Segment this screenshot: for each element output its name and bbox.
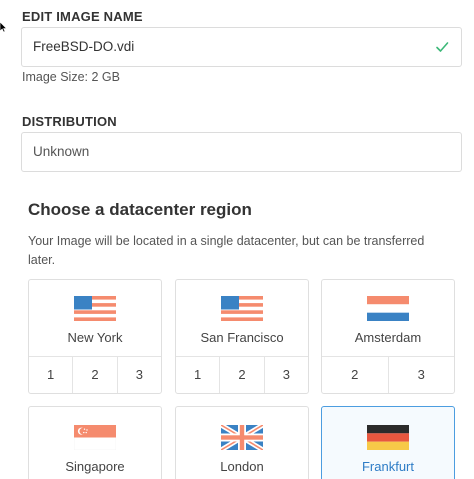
datacenter-number-group: 1 2 3 — [29, 356, 161, 393]
datacenter-option[interactable]: 3 — [263, 357, 308, 393]
region-section-title: Choose a datacenter region — [28, 200, 252, 219]
region-name: Amsterdam — [354, 330, 422, 345]
region-card-san-francisco[interactable]: San Francisco 1 2 3 — [175, 279, 309, 394]
region-card-new-york[interactable]: New York 1 2 3 — [28, 279, 162, 394]
region-card-frankfurt[interactable]: Frankfurt — [321, 406, 455, 479]
region-card-singapore[interactable]: Singapore — [28, 406, 162, 479]
distribution-label: DISTRIBUTION — [22, 114, 117, 129]
region-name: New York — [67, 330, 123, 345]
distribution-input[interactable]: Unknown — [21, 132, 462, 172]
datacenter-option[interactable]: 2 — [219, 357, 263, 393]
datacenter-number-group: 1 2 3 — [176, 356, 308, 393]
datacenter-option[interactable]: 1 — [29, 357, 72, 393]
image-size-text: Image Size: 2 GB — [22, 70, 120, 84]
region-section-description: Your Image will be located in a single d… — [28, 234, 425, 267]
datacenter-option[interactable]: 1 — [176, 357, 219, 393]
check-icon — [436, 42, 449, 52]
region-name: Singapore — [65, 459, 125, 474]
us-flag-icon — [74, 296, 116, 321]
datacenter-option[interactable]: 3 — [387, 357, 455, 393]
image-name-input[interactable]: FreeBSD-DO.vdi — [21, 27, 462, 67]
datacenter-option[interactable]: 2 — [322, 357, 388, 393]
us-flag-icon — [221, 296, 263, 321]
datacenter-number-group: 2 3 — [322, 356, 454, 393]
mouse-cursor-icon — [0, 22, 7, 32]
datacenter-option[interactable]: 3 — [116, 357, 161, 393]
region-name: Frankfurt — [361, 459, 414, 474]
datacenter-option[interactable]: 2 — [72, 357, 116, 393]
singapore-flag-icon — [74, 425, 116, 450]
image-name-value: FreeBSD-DO.vdi — [33, 39, 135, 54]
netherlands-flag-icon — [367, 296, 409, 321]
region-card-amsterdam[interactable]: Amsterdam 2 3 — [321, 279, 455, 394]
distribution-value: Unknown — [33, 144, 90, 159]
region-card-london[interactable]: London — [175, 406, 309, 479]
region-name: London — [220, 459, 264, 474]
region-name: San Francisco — [200, 330, 284, 345]
germany-flag-icon — [367, 425, 409, 450]
uk-flag-icon — [221, 425, 263, 450]
edit-image-name-label: EDIT IMAGE NAME — [22, 9, 143, 24]
